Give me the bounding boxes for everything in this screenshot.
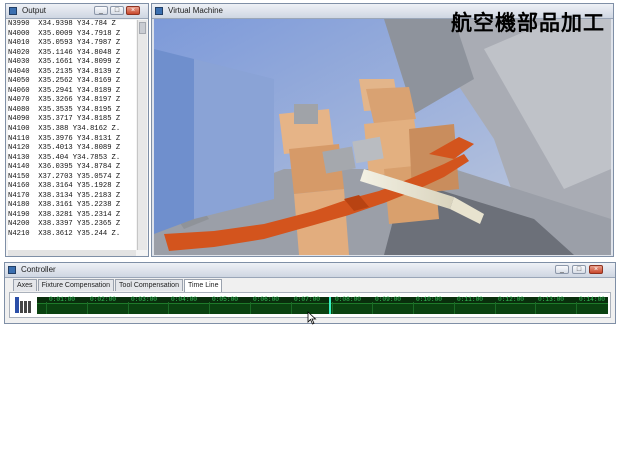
nc-code-line[interactable]: N4050 X35.2562 Y34.8169 Z [8, 77, 136, 87]
timeline-tick-label: 0:10:00 [416, 296, 442, 303]
controller-minimize-button[interactable]: _ [555, 265, 569, 274]
controller-title: Controller [21, 265, 56, 274]
nc-code-line[interactable]: N4160 X38.3164 Y35.1928 Z [8, 182, 136, 192]
output-vertical-scrollbar[interactable] [137, 20, 147, 250]
timeline-scale: 0:01:00 0:02:00 0:03:00 0:04:00 0:05:00 0:06:… [37, 296, 608, 304]
mouse-cursor-icon [307, 311, 317, 325]
controller-tabs: Axes Fixture Compensation Tool Compensat… [13, 279, 223, 292]
timeline-track[interactable]: 0:01:00 0:02:00 0:03:00 0:04:00 0:05:00 0:06:… [37, 296, 608, 314]
nc-code-line[interactable]: N4140 X36.0395 Y34.8784 Z [8, 163, 136, 173]
virtual-machine-window: Virtual Machine 航空機部品加工 [151, 3, 614, 257]
overlay-caption: 航空機部品加工 [451, 11, 605, 35]
vm-window-icon [155, 7, 163, 15]
nc-code-line[interactable]: N4010 X35.0593 Y34.7987 Z [8, 39, 136, 49]
timeline-tick-label: 0:03:00 [131, 296, 157, 303]
timeline-tick-label: 0:08:00 [335, 296, 361, 303]
timeline-tick-label: 0:07:00 [294, 296, 320, 303]
timeline-tick-mark [332, 302, 333, 314]
timeline-tick-mark [87, 302, 88, 314]
timeline-tick-label: 0:02:00 [90, 296, 116, 303]
nc-code-line[interactable]: N4190 X38.3281 Y35.2314 Z [8, 211, 136, 221]
timeline-tick-mark [168, 302, 169, 314]
timeline-tick-mark [128, 302, 129, 314]
controller-window-icon [8, 266, 16, 274]
scrollbar-thumb[interactable] [139, 22, 146, 34]
controller-close-button[interactable]: × [589, 265, 603, 274]
output-titlebar[interactable]: Output _ □ × [6, 4, 148, 19]
timeline-tick-mark [46, 302, 47, 314]
timeline-tick-label: 0:11:00 [457, 296, 483, 303]
nc-code-line[interactable]: N4100 X35.388 Y34.8162 Z. [8, 125, 136, 135]
nc-code-line[interactable]: N4020 X35.1146 Y34.8048 Z [8, 49, 136, 59]
timeline-tick-mark [250, 302, 251, 314]
close-button[interactable]: × [126, 6, 140, 15]
nc-code-line[interactable]: N4090 X35.3717 Y34.8185 Z [8, 115, 136, 125]
nc-code-line[interactable]: N4080 X35.3535 Y34.8195 Z [8, 106, 136, 116]
output-title: Output [22, 6, 47, 15]
nc-code-line[interactable]: N4000 X35.0009 Y34.7918 Z [8, 30, 136, 40]
nc-code-line[interactable]: N4040 X35.2135 Y34.8139 Z [8, 68, 136, 78]
nc-code-line[interactable]: N3990 X34.9398 Y34.784 Z [8, 20, 136, 30]
timeline-position-marker[interactable] [329, 297, 331, 314]
nc-code-line[interactable]: N4120 X35.4013 Y34.8089 Z [8, 144, 136, 154]
tab-time-line[interactable]: Time Line [183, 279, 223, 292]
timeline-tick-mark [291, 302, 292, 314]
nc-code-line[interactable]: N4060 X35.2941 Y34.8189 Z [8, 87, 136, 97]
timeline-tick-mark [413, 302, 414, 314]
nc-code-line[interactable]: N4150 X37.2703 Y35.0574 Z [8, 173, 136, 183]
timeline-tick-mark [372, 302, 373, 314]
timeline-tick-mark [495, 302, 496, 314]
controller-maximize-button[interactable]: □ [572, 265, 586, 274]
maximize-button[interactable]: □ [110, 6, 124, 15]
nc-code-line[interactable]: N4110 X35.3976 Y34.8131 Z [8, 135, 136, 145]
machine-3d-view[interactable] [154, 19, 611, 255]
minimize-button[interactable]: _ [94, 6, 108, 15]
timeline-tick-mark [576, 302, 577, 314]
tab-tool-compensation[interactable]: Tool Compensation [115, 279, 183, 291]
timeline-tick-label: 0:04:00 [171, 296, 197, 303]
nc-code-line[interactable]: N4030 X35.1661 Y34.8099 Z [8, 58, 136, 68]
output-horizontal-scrollbar[interactable] [8, 250, 136, 256]
timeline-tick-label: 0:05:00 [212, 296, 238, 303]
nc-code-line[interactable]: N4210 X38.3612 Y35.244 Z. [8, 230, 136, 240]
timeline-tick-label: 0:12:00 [498, 296, 524, 303]
output-window: Output _ □ × N3990 X34.9398 Y34.784 Z N40… [5, 3, 149, 257]
nc-code-line[interactable]: N4170 X38.3134 Y35.2183 Z [8, 192, 136, 202]
tab-axes[interactable]: Axes [13, 279, 37, 291]
timeline-tick-label: 0:06:00 [253, 296, 279, 303]
vm-title: Virtual Machine [168, 6, 223, 15]
timeline-tick-label: 0:09:00 [375, 296, 401, 303]
timeline-tick-mark [209, 302, 210, 314]
timeline-operation-icon[interactable] [14, 296, 34, 314]
timeline-tick-mark [454, 302, 455, 314]
tab-fixture-compensation[interactable]: Fixture Compensation [37, 279, 115, 291]
controller-titlebar[interactable]: Controller _ □ × [5, 263, 615, 278]
nc-code-line[interactable]: N4070 X35.3266 Y34.8197 Z [8, 96, 136, 106]
nc-code-line[interactable]: N4200 X38.3397 Y35.2365 Z [8, 220, 136, 230]
output-window-icon [9, 7, 17, 15]
nc-code-list[interactable]: N3990 X34.9398 Y34.784 Z N4000 X35.0009 Y… [8, 20, 136, 250]
timeline-tick-label: 0:14:00 [579, 296, 605, 303]
nc-code-line[interactable]: N4180 X38.3161 Y35.2238 Z [8, 201, 136, 211]
timeline-tick-mark [535, 302, 536, 314]
timeline-tick-label: 0:13:00 [538, 296, 564, 303]
nc-code-line[interactable]: N4130 X35.404 Y34.7853 Z. [8, 154, 136, 164]
timeline-tick-label: 0:01:00 [49, 296, 75, 303]
